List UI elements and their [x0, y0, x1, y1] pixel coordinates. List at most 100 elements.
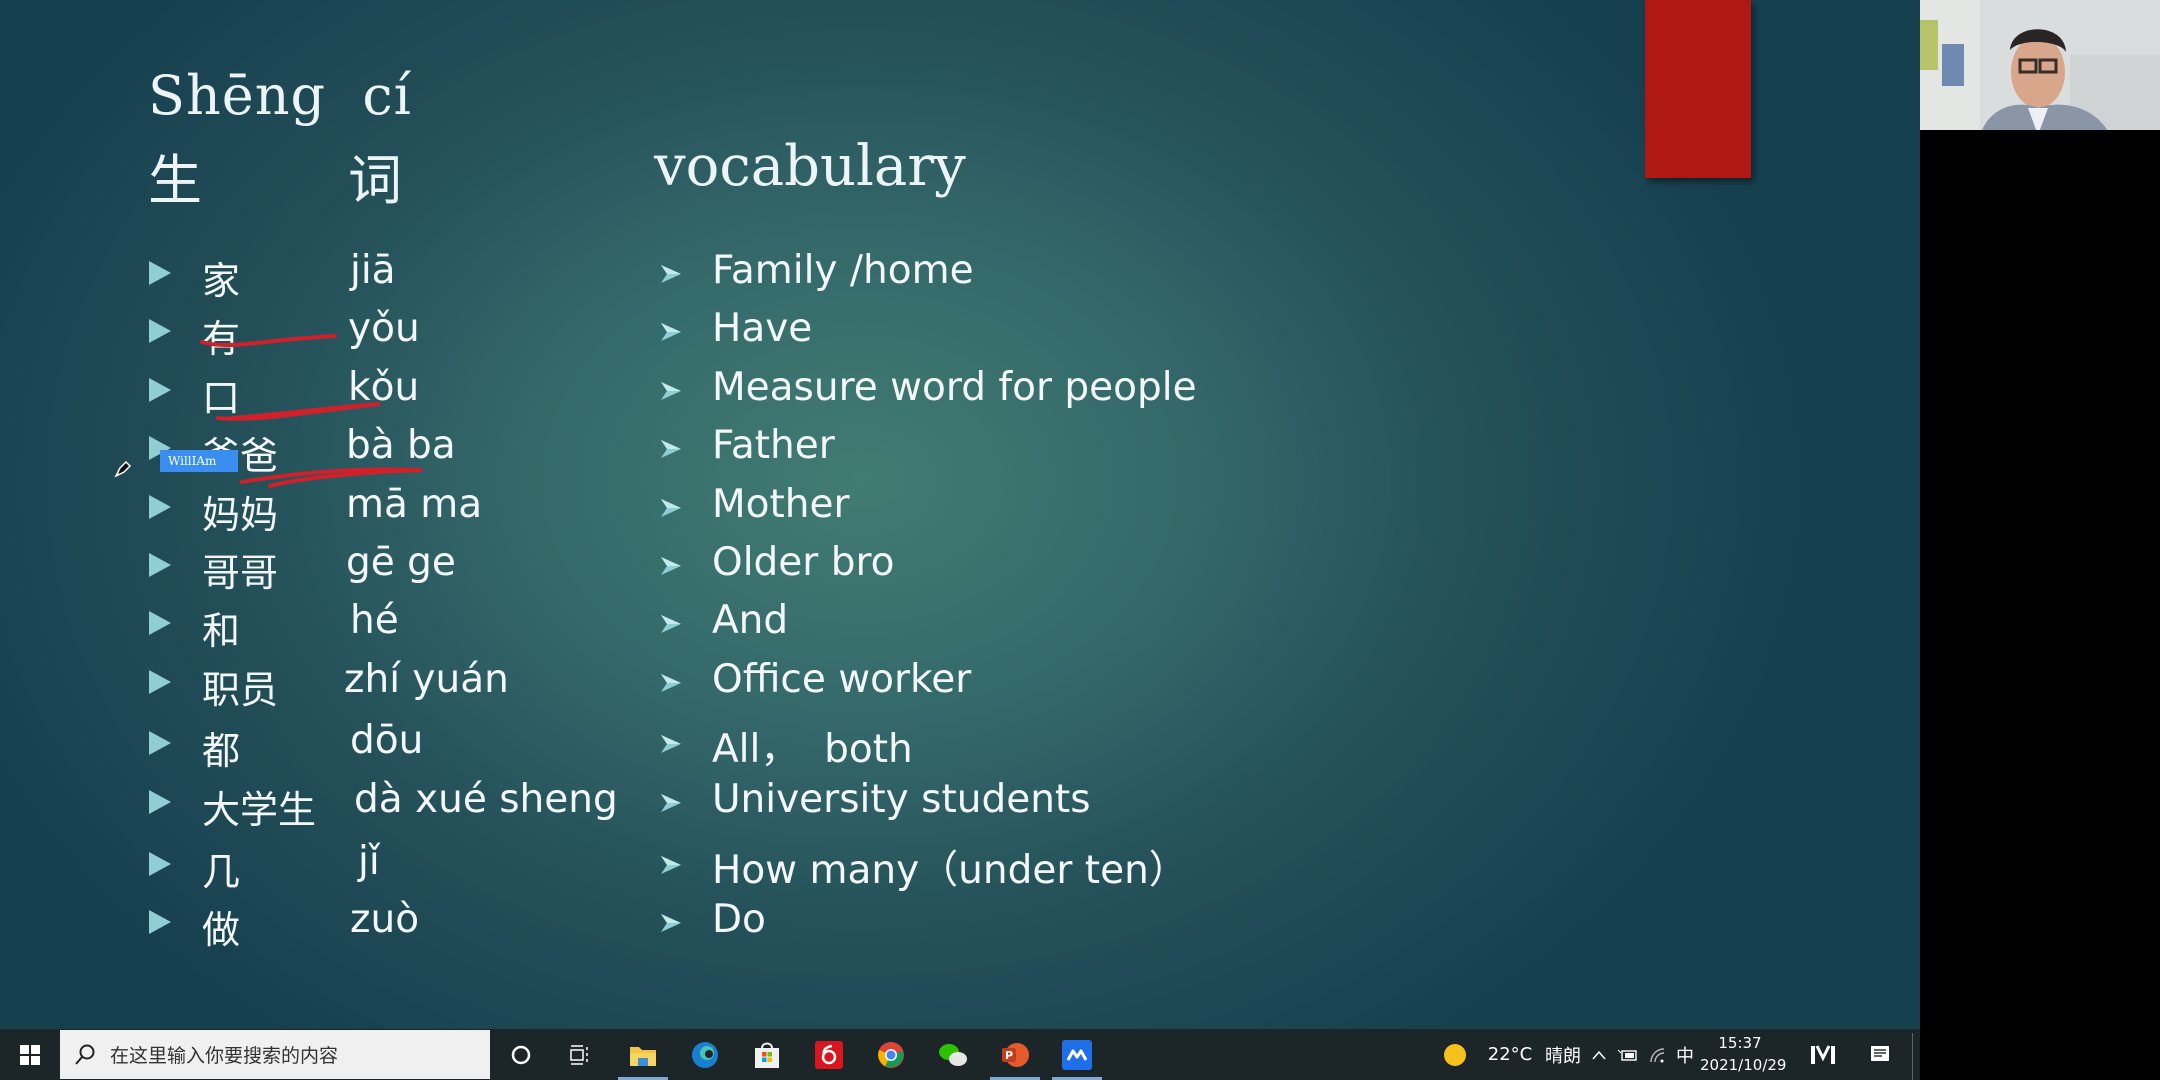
vocab-pinyin: jǐ: [358, 839, 380, 884]
presentation-slide: Shēng cí 生 词 vocabulary 家 jiā Family /home…: [0, 0, 1920, 1030]
input-method-indicator[interactable]: 中: [1672, 1029, 1698, 1080]
taskbar-app-powerpoint[interactable]: P: [990, 1029, 1040, 1080]
arrow-bullet-icon: [661, 499, 681, 517]
vocab-pinyin: gē ge: [346, 540, 456, 585]
vocab-pinyin: jiā: [350, 248, 396, 293]
triangle-bullet-icon: [149, 852, 171, 876]
wechat-icon: [939, 1043, 967, 1066]
arrow-bullet-icon: [661, 615, 681, 633]
vocab-english: Measure word for people: [712, 365, 1197, 410]
triangle-bullet-icon: [149, 495, 171, 519]
arrow-bullet-icon: [661, 323, 681, 341]
powerpoint-icon: P: [1002, 1042, 1029, 1067]
triangle-bullet-icon: [149, 261, 171, 285]
vocabulary-row: 妈妈 mā ma Mother: [0, 480, 1300, 537]
task-view-button[interactable]: [554, 1029, 604, 1080]
taskbar-app-wechat[interactable]: [928, 1029, 978, 1080]
vocab-english: Older bro: [712, 540, 895, 585]
vocab-pinyin: zhí yuán: [344, 657, 509, 702]
taskbar-app-tencent-meeting[interactable]: [1052, 1029, 1102, 1080]
clock-time: 15:37: [1718, 1034, 1762, 1052]
cortana-button[interactable]: [496, 1029, 546, 1080]
red-decoration-block: [1645, 0, 1751, 178]
search-placeholder: 在这里输入你要搜索的内容: [110, 1045, 339, 1067]
vocabulary-row: 家 jiā Family /home: [0, 246, 1300, 303]
taskbar-search-input[interactable]: 在这里输入你要搜索的内容: [60, 1030, 490, 1079]
triangle-bullet-icon: [149, 319, 171, 343]
taskbar-app-netease-music[interactable]: [804, 1029, 854, 1080]
vocab-english: How many（under ten）: [712, 848, 1188, 893]
vocab-hanzi: 有: [202, 317, 241, 361]
triangle-bullet-icon: [149, 553, 171, 577]
battery-charging-icon: [1617, 1049, 1637, 1061]
vocabulary-row: 口 kǒu Measure word for people: [0, 363, 1300, 420]
slide-title-english: vocabulary: [654, 134, 966, 199]
show-desktop-divider[interactable]: [1912, 1033, 1913, 1080]
triangle-bullet-icon: [149, 790, 171, 814]
chrome-icon: [878, 1041, 904, 1068]
vocabulary-row: 和 hé And: [0, 596, 1300, 653]
arrow-bullet-icon: [661, 856, 681, 874]
arrow-bullet-icon: [661, 382, 681, 400]
taskbar-app-chrome[interactable]: [866, 1029, 916, 1080]
task-view-icon: [570, 1044, 588, 1065]
vocab-pinyin: hé: [350, 598, 399, 643]
network-status[interactable]: [1644, 1029, 1670, 1080]
vocab-english: All， both: [712, 727, 913, 772]
vocab-hanzi: 口: [202, 376, 241, 420]
chevron-up-icon: [1592, 1050, 1606, 1059]
weather-temperature[interactable]: 22°C: [1480, 1029, 1540, 1080]
notification-icon: [1871, 1045, 1889, 1061]
start-button[interactable]: [0, 1029, 60, 1080]
vocab-hanzi: 和: [202, 609, 241, 653]
windows-taskbar: 在这里输入你要搜索的内容 P 22°C 晴朗 中 15:37 2021/10/2…: [0, 1029, 1920, 1080]
vocab-hanzi: 妈妈: [202, 493, 279, 537]
slide-title-pinyin: Shēng cí: [148, 64, 412, 127]
vocab-english: University students: [712, 777, 1091, 822]
arrow-bullet-icon: [661, 735, 681, 753]
vocab-pinyin: yǒu: [348, 306, 420, 351]
taskbar-app-edge[interactable]: [680, 1029, 730, 1080]
weather-widget[interactable]: [1440, 1029, 1470, 1080]
arrow-bullet-icon: [661, 794, 681, 812]
folder-icon: [630, 1046, 656, 1066]
svg-text:P: P: [1005, 1049, 1013, 1062]
arrow-bullet-icon: [661, 265, 681, 283]
vocab-hanzi: 都: [202, 729, 241, 773]
store-bag-icon: [755, 1042, 779, 1068]
vocabulary-row: 都 dōu All， both: [0, 716, 1300, 773]
search-icon: [75, 1044, 95, 1065]
taskbar-app-file-explorer[interactable]: [618, 1029, 668, 1080]
webcam-video-feed: [1920, 0, 2160, 135]
vocab-hanzi: 家: [202, 259, 241, 303]
meeting-icon: [1062, 1039, 1092, 1070]
vocabulary-row: 大学生 dà xué sheng University students: [0, 775, 1300, 832]
vocab-pinyin: mā ma: [346, 482, 483, 527]
annotator-name-tag: WillIAm: [160, 450, 238, 472]
show-hidden-icons-button[interactable]: [1588, 1029, 1610, 1080]
edge-icon: [692, 1041, 718, 1068]
vocabulary-row: 做 zuò Do: [0, 895, 1300, 952]
vocab-pinyin: dōu: [350, 718, 424, 763]
vocabulary-row: 几 jǐ How many（under ten）: [0, 837, 1300, 894]
action-center-button[interactable]: [1858, 1029, 1902, 1080]
triangle-bullet-icon: [149, 731, 171, 755]
slide-title-han-1: 生: [148, 149, 202, 212]
vocab-english: Family /home: [712, 248, 974, 293]
vocab-hanzi: 哥哥: [202, 551, 279, 595]
vocabulary-row: 职员 zhí yuán Office worker: [0, 655, 1300, 712]
taskbar-app-store[interactable]: [742, 1029, 792, 1080]
arrow-bullet-icon: [661, 557, 681, 575]
tray-app-m[interactable]: [1800, 1029, 1846, 1080]
vocab-pinyin: dà xué sheng: [354, 777, 618, 822]
arrow-bullet-icon: [661, 914, 681, 932]
vocab-english: Do: [712, 897, 766, 942]
vocab-english: And: [712, 598, 789, 643]
vocab-pinyin: bà ba: [346, 423, 456, 468]
system-clock[interactable]: 15:37 2021/10/29: [1700, 1032, 1786, 1076]
windows-logo-icon: [20, 1044, 40, 1065]
battery-status[interactable]: [1614, 1029, 1640, 1080]
weather-description[interactable]: 晴朗: [1540, 1029, 1586, 1080]
vocabulary-row: 有 yǒu Have: [0, 304, 1300, 361]
vocab-english: Have: [712, 306, 813, 351]
